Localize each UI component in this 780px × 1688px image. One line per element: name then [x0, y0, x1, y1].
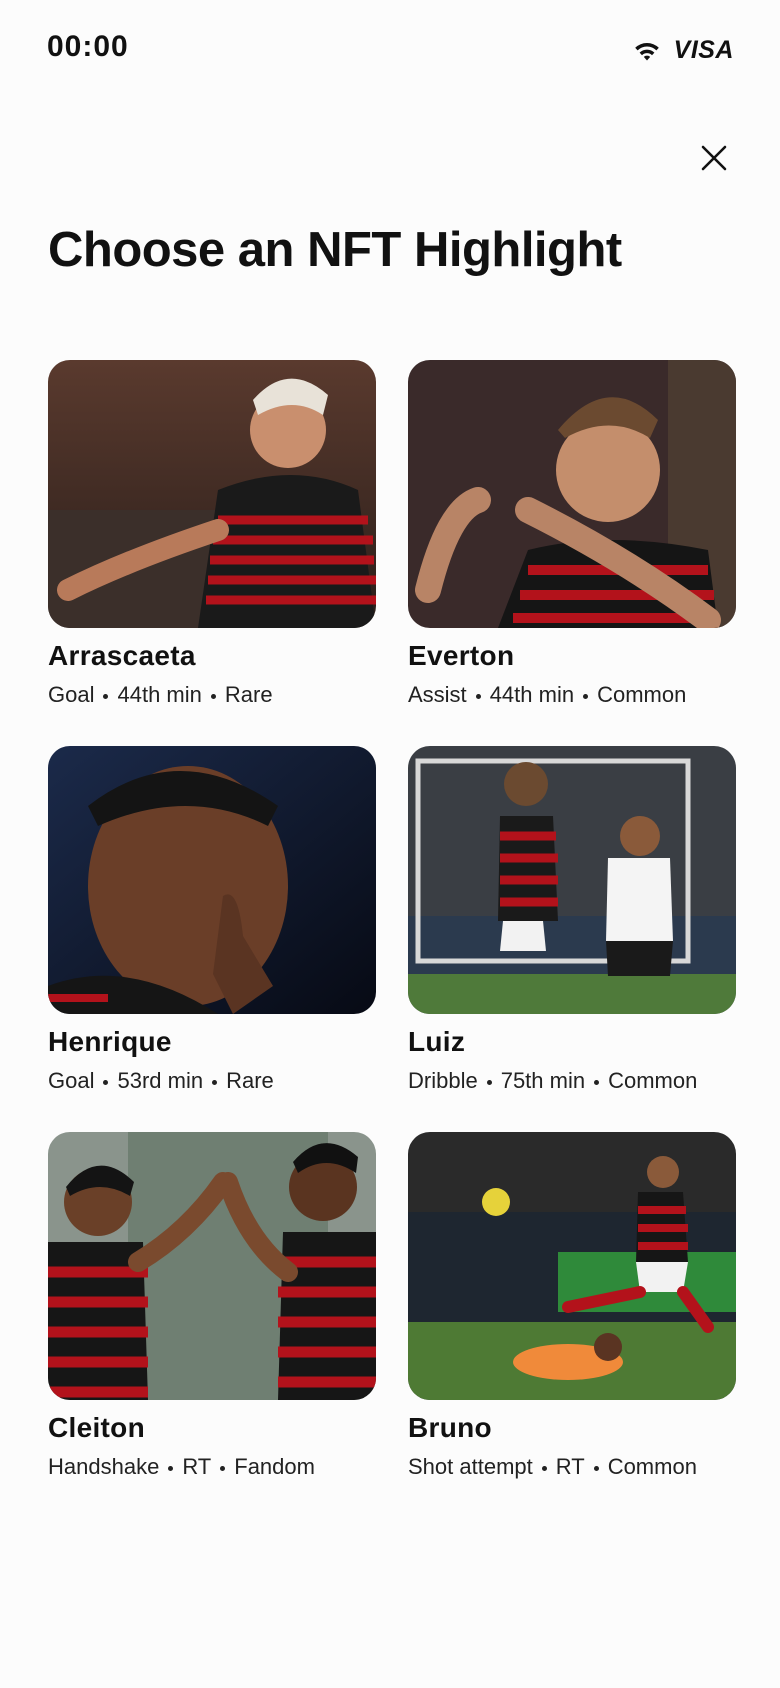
- separator-dot: [220, 1465, 226, 1471]
- card-title: Everton: [408, 640, 515, 671]
- card-time: 44th min: [489, 682, 575, 707]
- wifi-icon: [634, 42, 659, 60]
- card-title: Cleiton: [48, 1412, 145, 1443]
- card-meta: Dribble 75th min Common: [408, 1068, 736, 1094]
- card-meta: Handshake RT Fandom: [48, 1454, 376, 1480]
- highlight-card[interactable]: Luiz Dribble 75th min Common: [408, 746, 736, 1094]
- status-indicators: VISA: [632, 36, 734, 65]
- separator-dot: [212, 1079, 218, 1085]
- highlight-image: [408, 746, 736, 1014]
- separator-dot: [486, 1079, 492, 1085]
- separator-dot: [103, 693, 109, 699]
- highlight-image: [48, 746, 376, 1014]
- card-time: 75th min: [500, 1068, 586, 1093]
- card-time: 44th min: [117, 682, 202, 707]
- card-meta: Goal 44th min Rare: [48, 682, 376, 708]
- separator-dot: [593, 1465, 599, 1471]
- card-rarity: Common: [607, 1454, 697, 1479]
- card-time: RT: [182, 1454, 212, 1479]
- card-rarity: Fandom: [234, 1454, 315, 1479]
- separator-dot: [541, 1465, 547, 1471]
- highlight-card[interactable]: Everton Assist 44th min Common: [408, 360, 736, 708]
- card-title: Arrascaeta: [48, 640, 196, 671]
- card-time: RT: [555, 1454, 585, 1479]
- carrier-label: VISA: [673, 36, 734, 64]
- card-rarity: Common: [608, 1068, 698, 1093]
- card-action: Goal: [48, 1068, 95, 1093]
- card-time: 53rd min: [117, 1068, 204, 1093]
- card-rarity: Common: [597, 682, 687, 707]
- highlight-image: [48, 1132, 376, 1400]
- card-meta: Assist 44th min Common: [408, 682, 736, 708]
- highlight-card[interactable]: Henrique Goal 53rd min Rare: [48, 746, 376, 1094]
- card-rarity: Rare: [224, 682, 273, 707]
- card-action: Shot attempt: [408, 1454, 533, 1479]
- card-title: Henrique: [48, 1026, 172, 1057]
- highlight-image: [48, 360, 376, 628]
- highlight-image: [408, 360, 736, 628]
- close-button[interactable]: [692, 136, 736, 180]
- separator-dot: [475, 693, 481, 699]
- card-meta: Shot attempt RT Common: [408, 1454, 736, 1480]
- page-title: Choose an NFT Highlight: [48, 223, 622, 277]
- status-time: 00:00: [47, 30, 129, 63]
- highlight-card[interactable]: Arrascaeta Goal 44th min Rare: [48, 360, 376, 708]
- separator-dot: [210, 693, 216, 699]
- separator-dot: [583, 693, 589, 699]
- card-title: Bruno: [408, 1412, 492, 1443]
- card-action: Handshake: [48, 1454, 160, 1479]
- card-action: Dribble: [408, 1068, 478, 1093]
- highlight-card[interactable]: Cleiton Handshake RT Fandom: [48, 1132, 376, 1480]
- separator-dot: [594, 1079, 600, 1085]
- highlight-grid: Arrascaeta Goal 44th min Rare Everton Assi…: [48, 360, 736, 1480]
- status-bar: 00:00 VISA: [0, 0, 780, 100]
- card-action: Assist: [408, 682, 467, 707]
- highlight-image: [408, 1132, 736, 1400]
- card-rarity: Rare: [226, 1068, 274, 1093]
- card-action: Goal: [48, 682, 95, 707]
- card-title: Luiz: [408, 1026, 466, 1057]
- card-meta: Goal 53rd min Rare: [48, 1068, 376, 1094]
- separator-dot: [103, 1079, 109, 1085]
- separator-dot: [168, 1465, 174, 1471]
- highlight-card[interactable]: Bruno Shot attempt RT Common: [408, 1132, 736, 1480]
- close-icon: [701, 145, 727, 171]
